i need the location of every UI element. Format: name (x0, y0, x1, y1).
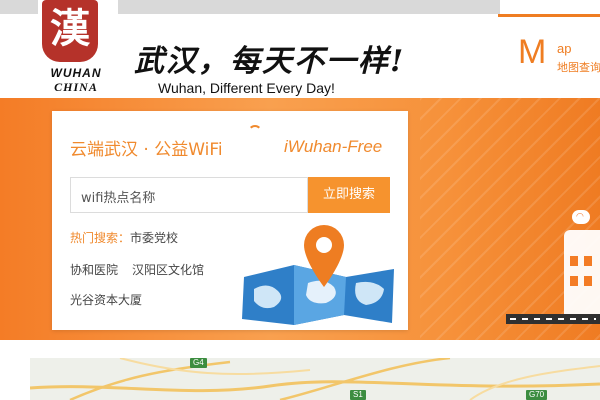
slogan-english: Wuhan, Different Every Day! (158, 80, 335, 96)
page: 武汉，每天不一样! Wuhan, Different Every Day! 漢 … (0, 0, 600, 400)
wifi-icon: ◠ (572, 210, 590, 224)
logo-mark-icon: 漢 (42, 0, 98, 62)
logo-text-china: CHINA (54, 80, 98, 94)
wifi-search-card: 云端武汉 · 公益WiFi iWuhan-Free wifi热点名称 立即搜索 … (52, 111, 408, 330)
building-illustration (564, 230, 600, 320)
hot-search-item[interactable]: 汉阳区文化馆 (132, 261, 204, 278)
wifi-signal-icon (248, 125, 262, 135)
map-tab-letter: M (518, 33, 547, 71)
slogan-chinese: 武汉，每天不一样! (134, 44, 406, 79)
map-search-tab[interactable]: M ap 地图查询 (498, 14, 600, 98)
road-sign-g4: G4 (190, 358, 207, 368)
map-pin-illustration (242, 225, 394, 325)
map-tab-word: ap (557, 41, 572, 56)
top-gray-strip-right (118, 0, 500, 14)
map-roads (30, 358, 600, 400)
map-preview[interactable]: G4 S1 G70 (30, 358, 600, 400)
card-tagline: iWuhan-Free (284, 137, 383, 156)
hotspot-search-input[interactable]: wifi热点名称 (70, 177, 308, 213)
search-input-text: wifi热点名称 (81, 191, 156, 206)
hot-search-label: 热门搜索： (70, 231, 131, 245)
hot-search-item[interactable]: 光谷资本大厦 (70, 291, 142, 308)
logo-text-wuhan: WUHAN (50, 66, 102, 80)
road-sign-s1: S1 (350, 390, 366, 400)
top-gray-strip-left (0, 0, 38, 14)
road-marking (510, 318, 596, 320)
map-tab-label: 地图查询 (557, 61, 600, 74)
road-sign-g70: G70 (526, 390, 548, 400)
wuhan-china-logo[interactable]: 漢 WUHAN CHINA (38, 0, 118, 98)
search-button[interactable]: 立即搜索 (308, 177, 390, 213)
hot-search-item[interactable]: 协和医院 (70, 261, 118, 278)
card-title: 云端武汉 · 公益WiFi (70, 140, 223, 160)
hot-search-item[interactable]: 市委党校 (130, 229, 178, 246)
